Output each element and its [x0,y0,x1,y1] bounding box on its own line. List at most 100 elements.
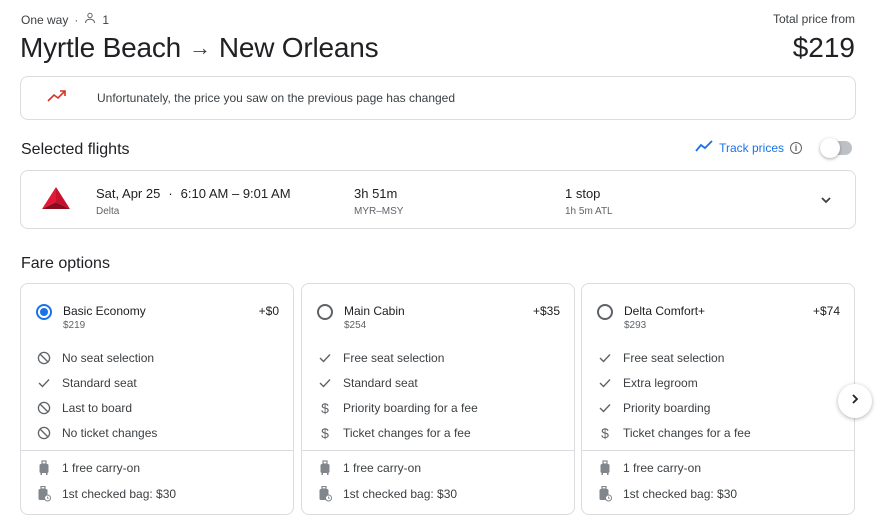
divider [21,450,293,451]
fare-price: $293 [624,320,647,331]
fare-price: $254 [344,320,367,331]
flight-times: 6:10 AM – 9:01 AM [180,186,291,201]
fare-feature: Free seat selection [597,350,724,366]
fare-option-card[interactable]: Main Cabin $254 +$35 Free seat selection Sta… [301,283,575,515]
fare-feature-text: No seat selection [62,351,155,365]
fare-price-difference: +$35 [532,304,560,318]
destination-city: New Orleans [218,32,379,63]
trip-type[interactable]: One way [21,13,68,27]
fare-feature-text: Priority boarding [623,401,711,415]
baggage-info: 1st checked bag: $30 [36,486,176,502]
info-icon[interactable]: i [790,141,802,154]
fare-price-difference: +$74 [812,304,840,318]
fare-feature: $ Ticket changes for a fee [317,425,471,441]
check-icon [597,375,613,391]
track-prices[interactable]: Track prices i [695,137,852,158]
passenger-icon [84,12,96,27]
fare-option-card[interactable]: Delta Comfort+ $293 +$74 Free seat selectio… [581,283,855,515]
fare-feature-text: Extra legroom [623,376,698,390]
fare-name: Delta Comfort+ [624,304,706,318]
check-icon [317,375,333,391]
fare-option-card[interactable]: Basic Economy $219 +$0 No seat selection Sta… [20,283,294,515]
flight-date: Sat, Apr 25 [96,186,161,201]
total-price-label: Total price from [772,12,855,26]
fare-feature-text: Priority boarding for a fee [343,401,478,415]
baggage-info: 1 free carry-on [597,460,701,476]
baggage-info: 1st checked bag: $30 [597,486,737,502]
trending-up-icon [21,89,67,108]
divider [582,450,854,451]
not-allowed-icon [36,400,52,416]
trend-line-icon [695,140,713,155]
dollar-icon: $ [601,425,609,441]
fare-feature-text: Standard seat [343,376,418,390]
flight-date-times: Sat, Apr 25 · 6:10 AM – 9:01 AM [96,186,291,201]
fare-feature: $ Ticket changes for a fee [597,425,751,441]
total-price: $219 [792,32,855,63]
baggage-text: 1st checked bag: $30 [62,487,177,501]
flight-layover: 1h 5m ATL [565,206,613,217]
fare-feature: Priority boarding [597,400,710,416]
baggage-info: 1st checked bag: $30 [317,486,457,502]
fare-feature: $ Priority boarding for a fee [317,400,478,416]
price-change-notice: Unfortunately, the price you saw on the … [20,76,856,120]
baggage-text: 1st checked bag: $30 [623,487,738,501]
track-prices-toggle[interactable] [820,137,852,158]
track-prices-label[interactable]: Track prices [719,141,784,155]
origin-city: Myrtle Beach [20,32,181,63]
page-title: Myrtle Beach → New Orleans [20,32,379,64]
fare-feature: Standard seat [36,375,137,391]
fare-feature-text: Free seat selection [623,351,725,365]
check-icon [597,350,613,366]
airline-name: Delta [96,206,120,217]
baggage-text: 1 free carry-on [623,461,702,475]
fare-feature-text: Ticket changes for a fee [343,426,471,440]
fare-options-heading: Fare options [21,255,110,272]
flight-stops: 1 stop [565,186,601,201]
notice-message: Unfortunately, the price you saw on the … [97,91,456,105]
chevron-right-icon [849,392,861,410]
checked-bag-icon [597,486,613,502]
fare-feature-text: No ticket changes [62,426,158,440]
baggage-info: 1 free carry-on [36,460,140,476]
chevron-down-icon[interactable] [819,193,833,207]
baggage-text: 1 free carry-on [343,461,422,475]
fare-price: $219 [63,320,86,331]
selected-flights-heading: Selected flights [21,141,130,158]
check-icon [317,350,333,366]
carry-on-bag-icon [317,460,333,476]
fare-feature-text: Standard seat [62,376,137,390]
fare-feature: Last to board [36,400,132,416]
fare-name: Basic Economy [63,304,146,318]
fare-feature-text: Last to board [62,401,133,415]
baggage-text: 1 free carry-on [62,461,141,475]
fare-feature: Extra legroom [597,375,698,391]
selected-flight-card[interactable]: Sat, Apr 25 · 6:10 AM – 9:01 AM Delta 3h… [20,170,856,229]
fare-feature: Standard seat [317,375,418,391]
delta-logo-icon [41,185,71,213]
flight-duration: 3h 51m [354,186,398,201]
passenger-count[interactable]: 1 [102,13,109,27]
flight-route: MYR–MSY [354,206,404,217]
dollar-icon: $ [321,400,329,416]
trip-meta: One way · 1 [21,12,109,27]
separator-dot: · [74,12,79,27]
arrow-right-icon: → [189,35,211,60]
check-icon [36,375,52,391]
baggage-info: 1 free carry-on [317,460,421,476]
fare-name: Main Cabin [344,304,405,318]
fare-radio[interactable] [597,304,613,320]
checked-bag-icon [36,486,52,502]
fare-radio[interactable] [317,304,333,320]
not-allowed-icon [36,425,52,441]
checked-bag-icon [317,486,333,502]
fare-radio[interactable] [36,304,52,320]
next-fares-button[interactable] [838,384,872,418]
fare-price-difference: +$0 [258,304,279,318]
fare-feature-text: Ticket changes for a fee [623,426,751,440]
separator-dot: · [168,186,173,201]
fare-feature-text: Free seat selection [343,351,445,365]
not-allowed-icon [36,350,52,366]
carry-on-bag-icon [36,460,52,476]
fare-feature: Free seat selection [317,350,444,366]
